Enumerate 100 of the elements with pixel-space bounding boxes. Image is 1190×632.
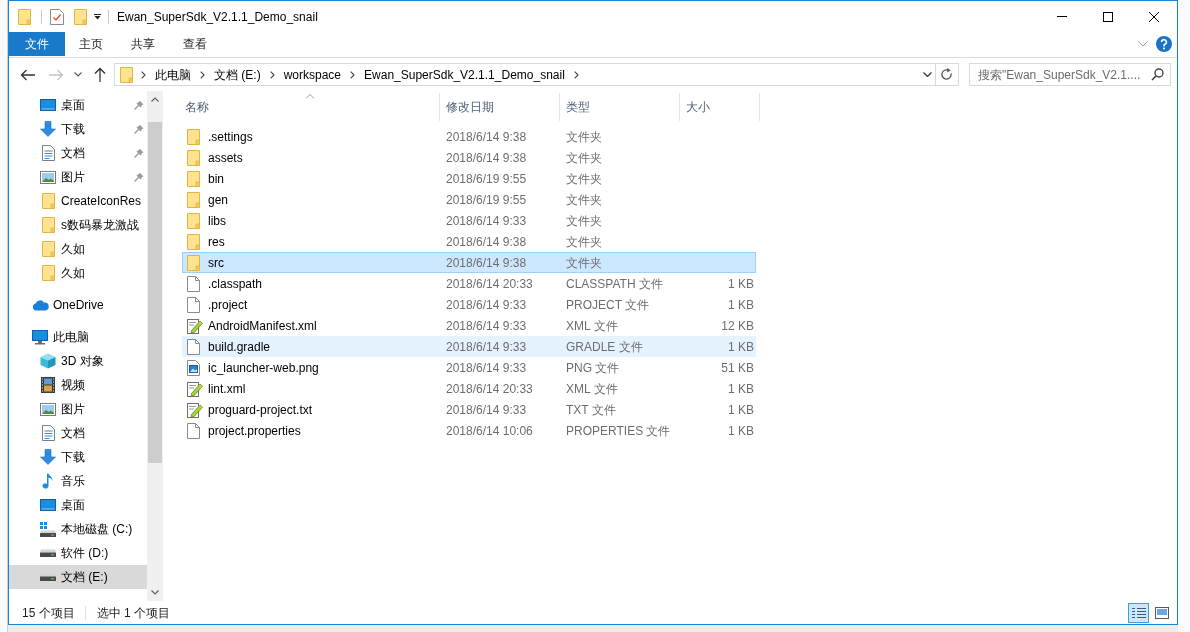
item-count: 15 个项目 xyxy=(22,604,75,622)
sidebar-item[interactable]: 桌面 xyxy=(9,493,147,517)
sidebar-item[interactable]: 下载 xyxy=(9,445,147,469)
file-type: CLASSPATH 文件 xyxy=(566,276,663,291)
maximize-icon xyxy=(1103,11,1113,22)
page-check-icon xyxy=(50,8,64,25)
sidebar-item[interactable]: 视频 xyxy=(9,373,147,397)
file-size: 1 KB xyxy=(728,275,754,293)
file-name: src xyxy=(208,254,224,272)
selection-count: 选中 1 个项目 xyxy=(96,604,171,622)
file-row[interactable]: src 2018/6/14 9:38 文件夹 xyxy=(182,252,756,273)
file-size: 1 KB xyxy=(728,296,754,314)
file-type: PROJECT 文件 xyxy=(566,297,650,312)
file-name: gen xyxy=(208,191,229,209)
folder-icon xyxy=(187,254,200,271)
drive-icon xyxy=(40,549,56,557)
file-row[interactable]: ic_launcher-web.png 2018/6/14 9:33 PNG 文件 51 KB xyxy=(182,357,756,378)
file-size: 1 KB xyxy=(728,338,754,356)
minimize-icon xyxy=(1057,16,1067,17)
file-name: proguard-project.txt xyxy=(208,401,313,419)
file-icon xyxy=(187,275,200,292)
file-row[interactable]: build.gradle 2018/6/14 9:33 GRADLE 文件 1 KB xyxy=(182,336,756,357)
modified-date: 2018/6/14 9:33 xyxy=(446,297,527,312)
image-file-icon xyxy=(187,359,200,376)
download-arrow-icon xyxy=(40,121,56,137)
file-row[interactable]: .settings 2018/6/14 9:38 文件夹 xyxy=(182,126,756,147)
sidebar-item[interactable]: 久如 xyxy=(9,237,147,261)
cube-icon xyxy=(40,353,56,369)
refresh-icon xyxy=(941,68,953,81)
sidebar-item[interactable]: 下载 xyxy=(9,117,147,141)
chevron-right-icon xyxy=(573,70,579,79)
file-row[interactable]: bin 2018/6/19 9:55 文件夹 xyxy=(182,168,756,189)
sidebar-item[interactable]: 图片 xyxy=(9,165,147,189)
breadcrumb[interactable]: workspace xyxy=(274,64,351,85)
column-header[interactable]: 名称 xyxy=(180,93,440,121)
folder-icon xyxy=(18,8,31,25)
file-row[interactable]: proguard-project.txt 2018/6/14 9:33 TXT 文件 1 KB xyxy=(182,399,756,420)
chevron-right-icon xyxy=(269,70,275,79)
folder-icon xyxy=(187,128,200,145)
column-header[interactable]: 大小 xyxy=(680,93,760,121)
modified-date: 2018/6/14 9:33 xyxy=(446,339,527,354)
music-note-icon xyxy=(42,473,54,489)
sidebar-item[interactable]: 音乐 xyxy=(9,469,147,493)
file-name: assets xyxy=(208,149,243,167)
modified-date: 2018/6/14 9:38 xyxy=(446,129,527,144)
sidebar-item[interactable]: 3D 对象 xyxy=(9,349,147,373)
file-type: TXT 文件 xyxy=(566,402,616,417)
column-header[interactable]: 修改日期 xyxy=(440,93,560,121)
file-type: 文件夹 xyxy=(566,192,602,207)
column-header[interactable]: 类型 xyxy=(560,93,680,121)
modified-date: 2018/6/19 9:55 xyxy=(446,192,527,207)
file-row[interactable]: project.properties 2018/6/14 10:06 PROPERTIES 文件 1 KB xyxy=(182,420,756,441)
up-arrow-icon xyxy=(93,66,106,83)
close-icon xyxy=(1149,11,1159,22)
address-bar[interactable]: 此电脑 文档 (E:) workspace Ewan_SuperSdk_V2.1.1_Demo_snail xyxy=(114,63,959,86)
ribbon-tab[interactable]: 查看 xyxy=(169,32,221,56)
file-row[interactable]: libs 2018/6/14 9:33 文件夹 xyxy=(182,210,756,231)
ribbon-tab[interactable]: 主页 xyxy=(65,32,117,56)
folder-icon xyxy=(187,149,200,166)
breadcrumb[interactable]: 此电脑 xyxy=(146,64,200,85)
sidebar-item[interactable]: 文档 xyxy=(9,141,147,165)
file-type: PNG 文件 xyxy=(566,360,620,375)
properties-button[interactable] xyxy=(50,8,64,25)
sidebar-item[interactable]: CreateIconRes xyxy=(9,189,147,213)
sidebar-item[interactable]: 文档 xyxy=(9,421,147,445)
sidebar-item[interactable]: 桌面 xyxy=(9,93,147,117)
customize-toolbar-button[interactable] xyxy=(94,13,101,20)
notepad-pencil-icon xyxy=(187,380,203,397)
new-folder-button[interactable] xyxy=(74,8,87,25)
modified-date: 2018/6/14 9:38 xyxy=(446,234,527,249)
sidebar-item[interactable]: 软件 (D:) xyxy=(9,541,147,565)
sidebar-item[interactable]: 本地磁盘 (C:) xyxy=(9,517,147,541)
file-name: lint.xml xyxy=(208,380,246,398)
folder-icon xyxy=(187,212,200,229)
file-name: libs xyxy=(208,212,226,230)
sidebar-item[interactable]: s数码暴龙激战 xyxy=(9,213,147,237)
chevron-up-icon xyxy=(151,97,159,102)
file-menu-button[interactable]: 文件 xyxy=(9,32,65,56)
file-row[interactable]: gen 2018/6/19 9:55 文件夹 xyxy=(182,189,756,210)
scrollbar-track[interactable] xyxy=(147,91,163,601)
file-row[interactable]: AndroidManifest.xml 2018/6/14 9:33 XML 文件 12 KB xyxy=(182,315,756,336)
breadcrumb[interactable]: Ewan_SuperSdk_V2.1.1_Demo_snail xyxy=(355,64,574,85)
sidebar-item[interactable]: OneDrive xyxy=(9,293,147,317)
sidebar-item[interactable]: 此电脑 xyxy=(9,325,147,349)
file-name: project.properties xyxy=(208,422,301,440)
file-row[interactable]: assets 2018/6/14 9:38 文件夹 xyxy=(182,147,756,168)
breadcrumb[interactable]: 文档 (E:) xyxy=(205,64,270,85)
file-row[interactable]: lint.xml 2018/6/14 20:33 XML 文件 1 KB xyxy=(182,378,756,399)
ribbon-tab[interactable]: 共享 xyxy=(117,32,169,56)
sidebar-item[interactable]: 久如 xyxy=(9,261,147,285)
details-view-button[interactable] xyxy=(1128,602,1149,623)
file-row[interactable]: res 2018/6/14 9:38 文件夹 xyxy=(182,231,756,252)
file-row[interactable]: .classpath 2018/6/14 20:33 CLASSPATH 文件 1 KB xyxy=(182,273,756,294)
sidebar-item[interactable]: 文档 (E:) xyxy=(9,565,147,589)
file-row[interactable]: .project 2018/6/14 9:33 PROJECT 文件 1 KB xyxy=(182,294,756,315)
download-arrow-icon xyxy=(40,449,56,465)
file-size: 51 KB xyxy=(721,359,754,377)
scrollbar-thumb[interactable] xyxy=(148,122,162,463)
search-field[interactable]: 搜索"Ewan_SuperSdk_V2.1.... xyxy=(969,63,1171,86)
sidebar-item[interactable]: 图片 xyxy=(9,397,147,421)
